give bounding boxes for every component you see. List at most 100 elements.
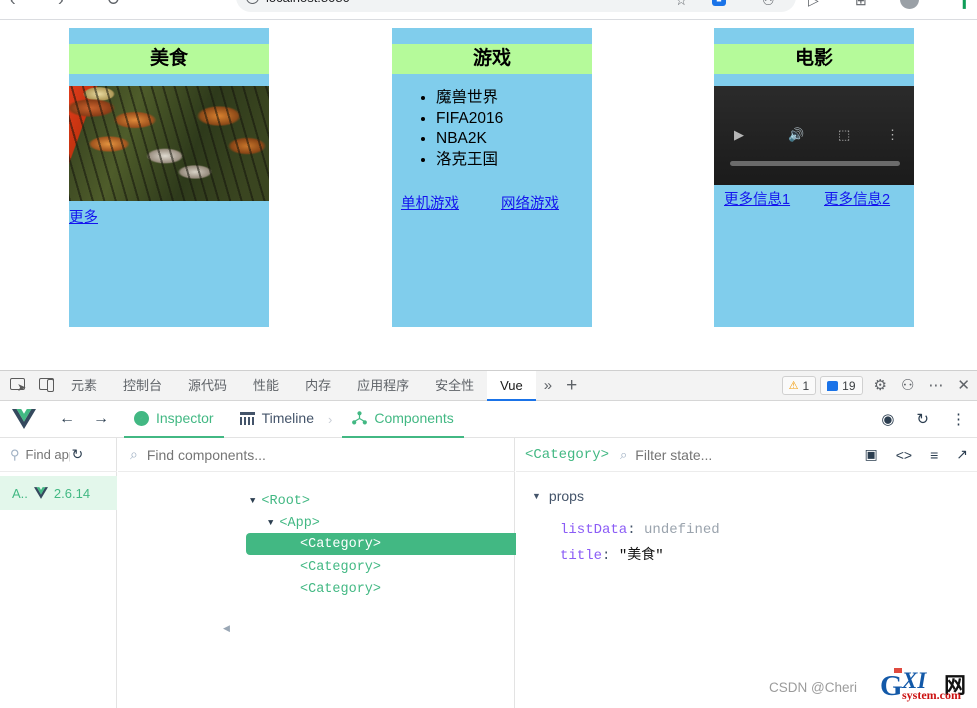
- extension-badge-icon[interactable]: ■: [712, 0, 726, 6]
- video-play-icon[interactable]: ▶: [734, 128, 744, 142]
- refresh-icon[interactable]: ↻: [905, 410, 940, 428]
- prop-row[interactable]: listData: undefined: [560, 522, 720, 538]
- tree-node-category[interactable]: <Category>: [300, 556, 381, 578]
- cast-icon[interactable]: ▷: [808, 0, 819, 11]
- vue-tab-components-label: Components: [374, 410, 454, 426]
- chevron-down-icon[interactable]: ▼: [250, 496, 255, 506]
- vue-tab-components[interactable]: Components: [342, 401, 464, 438]
- vue-back-button[interactable]: ←: [50, 410, 84, 428]
- prop-key: listData: [560, 522, 628, 538]
- message-badge[interactable]: 19: [820, 376, 863, 395]
- select-component-target-icon[interactable]: ◉: [870, 410, 905, 428]
- more-options-icon[interactable]: ⋯: [921, 371, 950, 401]
- view-source-icon[interactable]: <>: [887, 447, 921, 463]
- chevron-down-icon[interactable]: ▼: [532, 491, 541, 501]
- vue-forward-button[interactable]: →: [84, 410, 118, 428]
- tab-application[interactable]: 应用程序: [344, 371, 422, 401]
- collapse-all-icon[interactable]: ≡: [921, 447, 947, 463]
- open-external-icon[interactable]: ↗: [947, 446, 977, 463]
- warning-icon: ⚠: [788, 380, 799, 392]
- tab-sources[interactable]: 源代码: [175, 371, 240, 401]
- tab-memory[interactable]: 内存: [292, 371, 344, 401]
- settings-gear-icon[interactable]: ⚙: [867, 371, 894, 401]
- inspect-element-icon[interactable]: ➤: [9, 377, 29, 394]
- search-icon: ⌕: [130, 446, 138, 462]
- state-header: <Category> ⌕ ▣ <> ≡ ↗: [516, 438, 977, 472]
- vue-logo-icon: [33, 487, 48, 499]
- tree-node-root[interactable]: ▼ <Root>: [250, 490, 310, 512]
- tree-node-category[interactable]: <Category>: [300, 578, 381, 600]
- warning-count: 1: [802, 378, 810, 393]
- video-progress-bar[interactable]: [730, 161, 900, 166]
- tab-vue[interactable]: Vue: [487, 370, 536, 401]
- apps-column: ⚲ ↻ A.. 2.6.14: [0, 438, 117, 708]
- video-fullscreen-icon[interactable]: ⬚: [838, 128, 850, 142]
- food-photo: [69, 86, 269, 201]
- state-filter-input[interactable]: [635, 446, 856, 463]
- site-info-icon[interactable]: i: [246, 0, 259, 4]
- props-group-header[interactable]: ▼ props: [532, 488, 584, 504]
- link-more-info-1[interactable]: 更多信息1: [724, 188, 790, 209]
- apps-search-row[interactable]: ⚲ ↻: [0, 438, 117, 472]
- tree-node-label: <Category>: [300, 536, 382, 552]
- vue-tab-timeline[interactable]: Timeline: [230, 401, 324, 438]
- tab-performance[interactable]: 性能: [240, 371, 292, 401]
- tree-node-label: <Category>: [300, 559, 382, 575]
- category-card-movie: 电影 ▶ 🔊 ⬚ ⋮ 更多信息1 更多信息2: [714, 28, 914, 327]
- component-search-input[interactable]: [146, 446, 515, 463]
- link-online-games[interactable]: 网络游戏: [501, 192, 559, 213]
- video-player[interactable]: ▶ 🔊 ⬚ ⋮: [714, 86, 914, 185]
- warning-badge[interactable]: ⚠ 1: [781, 376, 817, 395]
- inspector-icon: [134, 410, 149, 426]
- tree-node-label: <Root>: [261, 493, 311, 509]
- apps-search-input[interactable]: [25, 447, 70, 462]
- inspect-dom-icon[interactable]: ▣: [856, 446, 887, 463]
- link-more-info-2[interactable]: 更多信息2: [824, 188, 890, 209]
- vue-tab-inspector-label: Inspector: [156, 410, 214, 426]
- tree-node-app[interactable]: ▼ <App>: [268, 512, 320, 534]
- bookmark-star-icon[interactable]: ☆: [675, 0, 688, 11]
- tab-console[interactable]: 控制台: [110, 371, 175, 401]
- browser-forward-button[interactable]: ›: [58, 0, 64, 10]
- csdn-watermark: CSDN @Cheri: [769, 680, 857, 695]
- tab-groups-icon[interactable]: ⊞: [855, 0, 867, 11]
- video-volume-icon[interactable]: 🔊: [788, 128, 804, 142]
- search-icon: ⌕: [620, 446, 628, 462]
- link-food-more[interactable]: 更多: [69, 206, 98, 227]
- extensions-icon[interactable]: ⚇: [762, 0, 775, 11]
- more-tabs-icon[interactable]: »: [536, 377, 560, 394]
- prop-key: title: [560, 548, 603, 564]
- tab-elements[interactable]: 元素: [58, 371, 110, 401]
- collapse-panel-icon[interactable]: ◀: [223, 623, 230, 634]
- vue-more-options-icon[interactable]: ⋮: [940, 410, 977, 428]
- components-icon: [352, 411, 368, 425]
- browser-back-button[interactable]: ‹: [10, 0, 16, 10]
- list-item: NBA2K: [436, 129, 503, 150]
- link-single-player-games[interactable]: 单机游戏: [401, 192, 459, 213]
- prop-row[interactable]: title: "美食": [560, 544, 664, 564]
- component-tree-column: ⌕ ▼ <Root> ▼ <App> <Category> <Category>…: [118, 438, 621, 708]
- apps-refresh-icon[interactable]: ↻: [72, 446, 84, 463]
- list-item: FIFA2016: [436, 109, 503, 130]
- tab-security[interactable]: 安全性: [422, 371, 487, 401]
- component-search-row[interactable]: ⌕: [118, 438, 515, 472]
- card-title-food: 美食: [69, 44, 269, 74]
- close-devtools-icon[interactable]: ✕: [950, 371, 977, 401]
- app-name: A..: [12, 485, 28, 501]
- video-menu-icon[interactable]: ⋮: [886, 128, 899, 142]
- prop-value: "美食": [618, 548, 664, 564]
- app-list-item[interactable]: A.. 2.6.14: [0, 476, 117, 510]
- chevron-down-icon[interactable]: ▼: [268, 518, 273, 528]
- gxi-letter-g: G: [880, 670, 903, 702]
- device-toolbar-icon[interactable]: [38, 377, 58, 394]
- profile-status-icon[interactable]: ❙: [958, 0, 971, 9]
- feedback-icon[interactable]: ⚇: [894, 371, 921, 401]
- address-bar-url: localhost:8080: [266, 0, 350, 5]
- app-version: 2.6.14: [53, 485, 91, 501]
- vue-tab-inspector[interactable]: Inspector: [124, 401, 224, 438]
- add-tab-icon[interactable]: +: [560, 375, 583, 397]
- gxi-domain: system.com: [902, 688, 961, 702]
- avatar[interactable]: [900, 0, 919, 9]
- game-list: 魔兽世界 FIFA2016 NBA2K 洛克王国: [414, 88, 503, 170]
- browser-reload-button[interactable]: ↻: [106, 0, 120, 10]
